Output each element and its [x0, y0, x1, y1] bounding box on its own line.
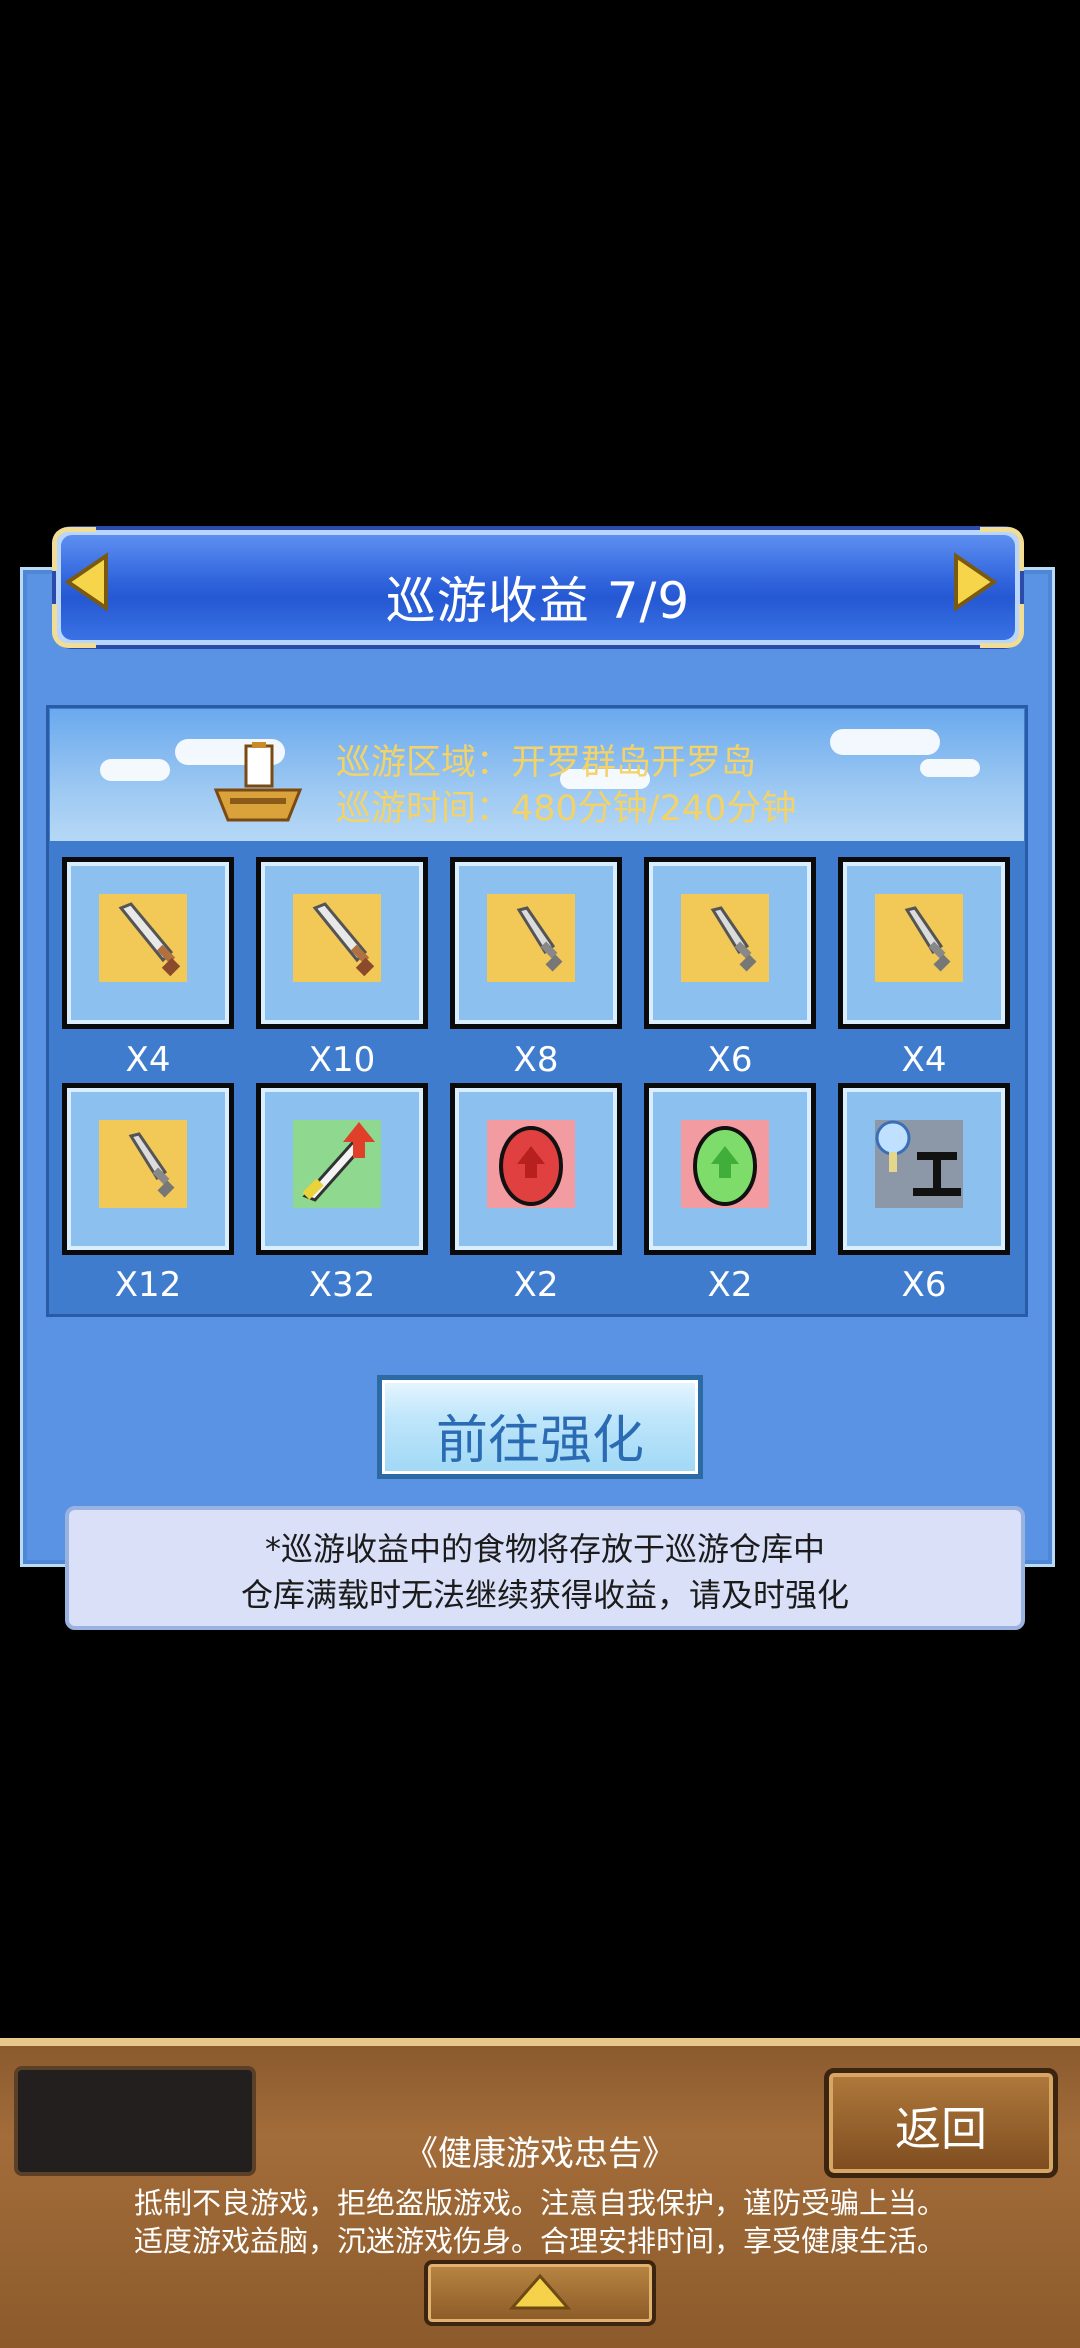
- go-enhance-label: 前往强化: [435, 1411, 644, 1471]
- green-egg-icon: [681, 1120, 769, 1208]
- item-quantity: X10: [308, 1040, 376, 1080]
- health-advice-title: 《健康游戏忠告》: [404, 2134, 676, 2174]
- reward-item-tile[interactable]: [62, 857, 234, 1029]
- dagger-icon: [487, 894, 575, 982]
- cruise-time-text: 巡游时间：480分钟/240分钟: [336, 789, 797, 829]
- item-quantity: X6: [707, 1040, 753, 1080]
- item-quantity: X2: [707, 1265, 753, 1305]
- arrow-left-icon: [64, 552, 108, 612]
- reward-item-tile[interactable]: [644, 857, 816, 1029]
- dagger-icon: [99, 1120, 187, 1208]
- reward-item-tile[interactable]: [644, 1083, 816, 1255]
- reward-item-tile[interactable]: [256, 1083, 428, 1255]
- reward-item-tile[interactable]: [838, 1083, 1010, 1255]
- reward-item-tile[interactable]: [450, 857, 622, 1029]
- tool-icon: [875, 1120, 963, 1208]
- go-enhance-button[interactable]: 前往强化: [377, 1375, 703, 1479]
- item-quantity: X4: [901, 1040, 947, 1080]
- notice-line: *巡游收益中的食物将存放于巡游仓库中: [264, 1530, 825, 1568]
- item-quantity: X2: [513, 1265, 559, 1305]
- sword-icon: [293, 894, 381, 982]
- sword-icon: [99, 894, 187, 982]
- item-quantity: X12: [114, 1265, 182, 1305]
- sword-upgrade-icon: [293, 1120, 381, 1208]
- dialog-title: 巡游收益 7/9: [385, 572, 691, 630]
- expand-up-button[interactable]: [424, 2260, 656, 2326]
- storage-notice: *巡游收益中的食物将存放于巡游仓库中 仓库满载时无法继续获得收益，请及时强化: [65, 1506, 1025, 1630]
- reward-item-tile[interactable]: [838, 857, 1010, 1029]
- item-quantity: X4: [125, 1040, 171, 1080]
- prev-page-button[interactable]: [60, 552, 114, 612]
- ship-icon: [213, 742, 303, 822]
- item-quantity: X6: [901, 1265, 947, 1305]
- reward-item-tile[interactable]: [256, 857, 428, 1029]
- cruise-region-text: 巡游区域：开罗群岛开罗岛: [336, 743, 757, 783]
- next-page-button[interactable]: [948, 552, 1002, 612]
- item-quantity: X32: [308, 1265, 376, 1305]
- health-advice-line: 抵制不良游戏，拒绝盗版游戏。注意自我保护，谨防受骗上当。: [133, 2186, 946, 2220]
- notice-line: 仓库满载时无法继续获得收益，请及时强化: [240, 1576, 849, 1614]
- triangle-up-icon: [508, 2273, 572, 2310]
- item-quantity: X8: [513, 1040, 559, 1080]
- dagger-icon: [875, 894, 963, 982]
- title-bar: 巡游收益 7/9: [56, 530, 1020, 645]
- arrow-right-icon: [954, 552, 998, 612]
- health-advice-line: 适度游戏益脑，沉迷游戏伤身。合理安排时间，享受健康生活。: [133, 2224, 946, 2258]
- reward-item-tile[interactable]: [450, 1083, 622, 1255]
- dagger-icon: [681, 894, 769, 982]
- reward-item-tile[interactable]: [62, 1083, 234, 1255]
- red-egg-icon: [487, 1120, 575, 1208]
